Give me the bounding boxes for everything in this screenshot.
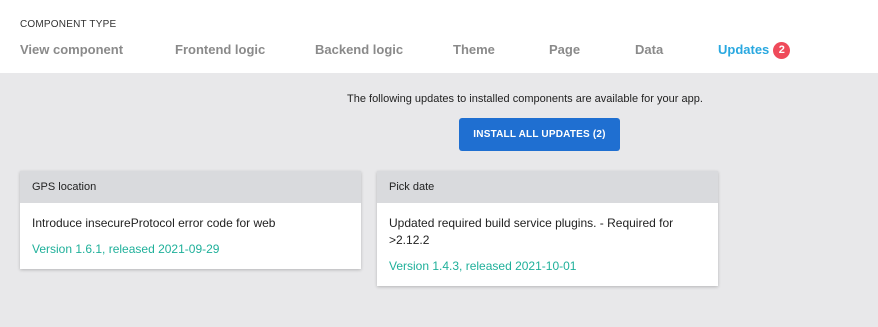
component-type-header: COMPONENT TYPE View component Frontend l…: [0, 0, 878, 73]
updates-count-badge: 2: [773, 42, 791, 59]
card-version: Version 1.6.1, released 2021-09-29: [32, 242, 220, 256]
tab-label: Data: [635, 42, 664, 57]
card-title: GPS location: [20, 171, 361, 203]
component-type-tabs: View component Frontend logic Backend lo…: [0, 41, 878, 61]
card-description: Updated required build service plugins. …: [389, 216, 674, 247]
tab-frontend-logic[interactable]: Frontend logic: [175, 41, 265, 59]
card-version: Version 1.4.3, released 2021-10-01: [389, 259, 577, 273]
tab-view-component[interactable]: View component: [20, 41, 123, 59]
install-all-updates-button[interactable]: INSTALL ALL UPDATES (2): [459, 118, 620, 151]
update-card-gps-location: GPS location Introduce insecureProtocol …: [20, 171, 361, 269]
tab-label: Updates: [718, 42, 770, 57]
tab-label: Page: [549, 42, 581, 57]
tab-theme[interactable]: Theme: [453, 41, 495, 59]
tab-label: Frontend logic: [175, 42, 266, 57]
tab-label: Theme: [453, 42, 495, 57]
tab-label: View component: [20, 42, 124, 57]
card-description: Introduce insecureProtocol error code fo…: [32, 216, 276, 230]
updates-available-message: The following updates to installed compo…: [347, 93, 703, 105]
card-body: Introduce insecureProtocol error code fo…: [20, 203, 361, 256]
tab-backend-logic[interactable]: Backend logic: [315, 41, 403, 59]
tab-data[interactable]: Data: [635, 41, 663, 59]
card-body: Updated required build service plugins. …: [377, 203, 718, 273]
tab-updates[interactable]: Updates 2: [718, 41, 791, 59]
tab-label: Backend logic: [315, 42, 404, 57]
update-card-pick-date: Pick date Updated required build service…: [377, 171, 718, 286]
card-title: Pick date: [377, 171, 718, 203]
section-label: COMPONENT TYPE: [20, 19, 117, 30]
tab-page[interactable]: Page: [549, 41, 580, 59]
